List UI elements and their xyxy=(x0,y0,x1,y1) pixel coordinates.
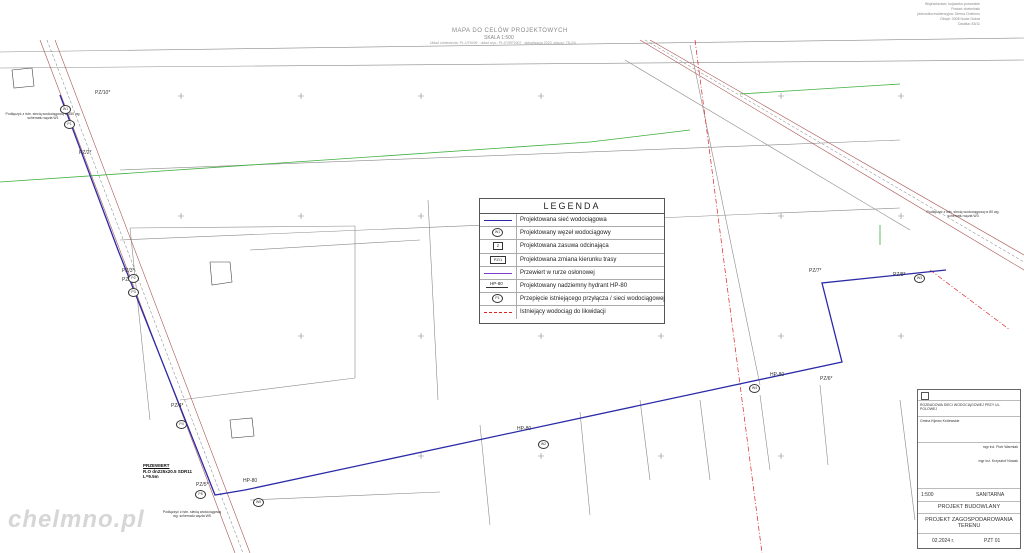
connection-note-left: Podłączyć z istn. siecią wodociągową w 1… xyxy=(5,112,81,120)
node-marker: P1 xyxy=(64,120,75,129)
title-block-stadium: PROJEKT BUDOWLANY xyxy=(918,502,1020,514)
title-block-scale-row: 1:500 SANITARNA xyxy=(918,489,1020,502)
pz-label: PZ/10* xyxy=(95,90,111,96)
pz-label: PZ/6* xyxy=(820,376,833,382)
title-block-project: ROZBUDOWA SIECI WODOCIĄGOWEJ PRZY UL. PO… xyxy=(918,401,1020,417)
designer-2: mgr inż. Krzysztof Nowak xyxy=(978,459,1018,463)
reconnection-icon-text: P1 xyxy=(492,294,503,304)
branza-value: SANITARNA xyxy=(976,492,1005,498)
pz-label: PZ/2* xyxy=(79,150,92,156)
legend-label: Projektowana sieć wodociągowa xyxy=(520,217,607,224)
violet-line-icon xyxy=(480,266,517,279)
investor-name: Gmina Kijewo Królewskie xyxy=(920,419,960,423)
project-description: ROZBUDOWA SIECI WODOCIĄGOWEJ PRZY UL. PO… xyxy=(920,403,1001,411)
hydrant-label: HP-80 xyxy=(770,372,785,378)
hydrant-icon-text: HP-80 xyxy=(490,280,503,286)
pz-label: PZ/8* xyxy=(893,272,906,278)
node-icon: W1 xyxy=(480,227,517,240)
stadium-value: PROJEKT BUDOWLANY xyxy=(937,504,1001,510)
watermark: chelmno.pl xyxy=(8,506,145,533)
node-marker: W2 xyxy=(538,440,549,449)
reconnection-icon: P1 xyxy=(480,293,517,306)
title-block-investor: Gmina Kijewo Królewskie xyxy=(918,417,1020,443)
blue-line-icon xyxy=(480,214,517,227)
legend-item: P1 Przepięcie istniejącego przyłącza / s… xyxy=(480,293,665,307)
node-marker: W5 xyxy=(253,498,264,507)
legend-label: Projektowany węzeł wodociągowy xyxy=(520,230,611,237)
hydrant-label: HP-80 xyxy=(243,478,258,484)
direction-change-icon-text: PZ/1 xyxy=(490,255,506,264)
pz-label: PZ/4* xyxy=(171,403,184,409)
legend-item: Z Projektowana zasuwa odcinająca xyxy=(480,240,664,254)
red-line-icon xyxy=(480,306,517,319)
title-block-drawing-title: PROJEKT ZAGOSPODAROWANIA TERENU xyxy=(918,514,1020,534)
hydrant-icon: HP-80 xyxy=(480,279,517,293)
node-marker: P5 xyxy=(195,490,206,499)
przewiert-length: L=9.5m xyxy=(143,474,159,479)
node-marker: P3 xyxy=(128,288,139,297)
node-marker: W3 xyxy=(914,274,925,283)
legend-label: Projektowana zasuwa odcinająca xyxy=(520,243,609,250)
pz-label: PZ/5* xyxy=(196,482,209,488)
pz-label: PZ/7* xyxy=(809,268,822,274)
przewiert-note: PRZEWIERT R.O dn225x20.5 SDR11 L=9.5m xyxy=(143,463,192,480)
legend-label: Projektowana zmiana kierunku trasy xyxy=(520,256,617,263)
node-marker: P2 xyxy=(128,274,139,283)
sheet-value: PZT 01 xyxy=(984,538,1001,544)
legend-item: Istniejący wodociąg do likwidacji xyxy=(480,306,664,319)
legend-item: W1 Projektowany węzeł wodociągowy xyxy=(480,227,664,241)
valve-icon: Z xyxy=(480,240,517,253)
scale-value: 1:500 xyxy=(921,492,934,498)
drawing-title: PROJEKT ZAGOSPODAROWANIA TERENU xyxy=(925,517,1013,529)
legend-label: Przewiert w rurze osłonowej xyxy=(520,269,595,276)
legend-item: PZ/1 Projektowana zmiana kierunku trasy xyxy=(480,253,664,267)
node-marker: W4 xyxy=(749,384,760,393)
map-note: Układ odniesienia: PL-UTM/99 · układ wys… xyxy=(430,41,576,45)
connection-note-bottom: Podłączyć z istn. siecią wodociągową wg.… xyxy=(162,510,222,518)
legend-label: Istniejący wodociąg do likwidacji xyxy=(520,309,606,316)
node-marker: P4 xyxy=(176,420,187,429)
note-line: Działka: 83/11 xyxy=(958,22,980,26)
title-block-designers: mgr inż. Piotr Warmiak mgr inż. Krzyszto… xyxy=(918,443,1020,489)
hydrant-label: HP-80 xyxy=(517,426,532,432)
legend-item: HP-80 Projektowany nadziemny hydrant HP-… xyxy=(480,279,664,294)
valve-icon-text: Z xyxy=(493,242,503,251)
connection-note-right: Podłączyć z istn. siecią wodociągową w 8… xyxy=(926,210,1000,218)
legend-item: Projektowana sieć wodociągowa xyxy=(480,214,664,228)
legend-label: Projektowany nadziemny hydrant HP-80 xyxy=(520,283,628,290)
legend-item: Przewiert w rurze osłonowej xyxy=(480,266,664,280)
map-title: MAPA DO CELÓW PROJEKTOWYCH xyxy=(452,28,568,34)
title-block-logo xyxy=(918,390,1020,401)
title-block-date-row: 02.2024 r. PZT 01 xyxy=(918,534,1020,547)
legend-label: Przepięcie istniejącego przyłącza / siec… xyxy=(520,296,665,303)
top-right-notes: Województwo: kujawsko-pomorskie Powiat: … xyxy=(918,2,980,27)
legend-title: LEGENDA xyxy=(480,199,664,214)
date-value: 02.2024 r. xyxy=(932,538,955,544)
direction-change-icon: PZ/1 xyxy=(480,253,517,266)
legend: LEGENDA Projektowana sieć wodociągowa W1… xyxy=(479,198,665,324)
node-icon-text: W1 xyxy=(492,228,503,238)
title-block: ROZBUDOWA SIECI WODOCIĄGOWEJ PRZY UL. PO… xyxy=(917,389,1021,549)
